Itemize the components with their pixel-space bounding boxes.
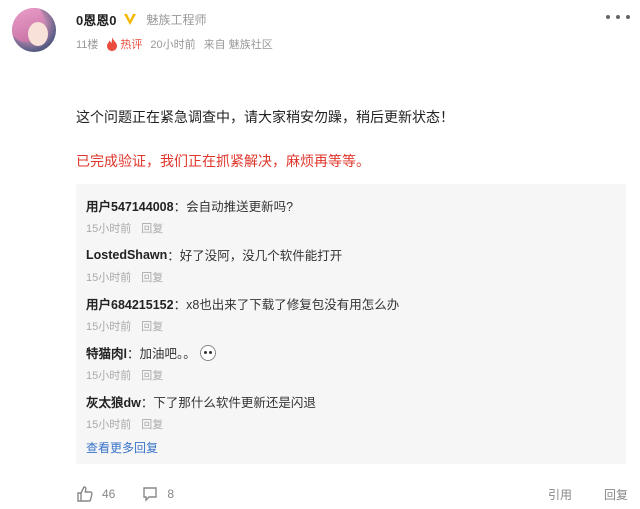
dot-icon — [606, 15, 610, 19]
reply-text: 下了那什么软件更新还是闪退 — [153, 396, 316, 410]
reply-time: 15小时前 — [86, 321, 132, 333]
colon: ： — [173, 200, 187, 214]
reply-post-button[interactable]: 回复 — [604, 486, 628, 503]
like-count: 46 — [102, 487, 116, 501]
username[interactable]: 0恩恩0 — [76, 10, 116, 29]
comment-icon — [143, 487, 158, 502]
reply-item: 灰太狼dw：下了那什么软件更新还是闪退 15小时前 回复 — [86, 392, 316, 432]
reply-author[interactable]: 灰太狼dw — [86, 392, 141, 411]
reply-text: 好了没阿，没几个软件能打开 — [179, 249, 343, 263]
post-secondary-actions: 引用 回复 — [516, 484, 628, 504]
dot-icon — [616, 15, 620, 19]
reply-item: 特猫肉l：加油吧。。 15小时前 回复 — [86, 343, 216, 383]
post-body-highlight: 已完成验证，我们正在抓紧解决，麻烦再等等。 — [76, 153, 370, 169]
colon: ： — [126, 347, 140, 361]
hot-badge: 热评 — [106, 36, 142, 52]
reply-author[interactable]: 用户684215152 — [86, 294, 174, 313]
user-role: 魅族工程师 — [146, 12, 207, 27]
see-more-replies-link[interactable]: 查看更多回复 — [86, 439, 158, 456]
post-source: 来自 魅族社区 — [203, 39, 273, 51]
avatar-face — [28, 22, 48, 46]
colon: ： — [173, 298, 187, 312]
reply-author[interactable]: 特猫肉l — [86, 343, 127, 362]
quote-button[interactable]: 引用 — [548, 486, 572, 503]
hot-label: 热评 — [120, 39, 143, 51]
user-header: 0恩恩0 魅族工程师 — [76, 10, 206, 28]
reply-item: LostedShawn：好了没阿，没几个软件能打开 15小时前 回复 — [86, 245, 342, 285]
reply-item: 用户547144008：会自动推送更新吗? 15小时前 回复 — [86, 196, 293, 236]
reply-item: 用户684215152： x8也出来了下载了修复包没有用怎么办 15小时前 回复 — [86, 294, 399, 334]
post-meta: 11楼 热评 20小时前 来自 魅族社区 — [76, 36, 281, 52]
more-options-button[interactable] — [606, 8, 630, 26]
post-body: 这个问题正在紧急调查中，请大家稍安勿躁，稍后更新状态！ — [76, 109, 454, 125]
reply-button[interactable]: 回复 — [141, 223, 163, 235]
reply-text: 会自动推送更新吗? — [186, 200, 294, 214]
reply-time: 15小时前 — [86, 370, 132, 382]
post-actions: 46 8 — [76, 484, 200, 504]
reply-time: 15小时前 — [86, 419, 132, 431]
reply-list: 用户547144008：会自动推送更新吗? 15小时前 回复 LostedShaw… — [76, 184, 626, 464]
reply-time: 15小时前 — [86, 223, 132, 235]
reply-text: 加油吧。。 — [139, 347, 196, 361]
post-time: 20小时前 — [150, 39, 196, 51]
reply-author[interactable]: 用户547144008 — [86, 196, 174, 215]
emoji-panda-icon — [199, 344, 216, 361]
reply-text: x8也出来了下载了修复包没有用怎么办 — [186, 298, 400, 312]
colon: ： — [167, 249, 180, 263]
floor-number: 11楼 — [76, 39, 99, 51]
like-button[interactable]: 46 — [76, 485, 115, 503]
reply-author[interactable]: LostedShawn — [86, 248, 167, 262]
dot-icon — [626, 15, 630, 19]
thumbs-up-icon — [77, 486, 93, 502]
reply-button[interactable]: 回复 — [141, 321, 163, 333]
reply-button[interactable]: 回复 — [141, 272, 163, 284]
colon: ： — [140, 396, 154, 410]
reply-button[interactable]: 回复 — [141, 419, 163, 431]
avatar[interactable] — [12, 8, 56, 52]
reply-button[interactable]: 回复 — [141, 370, 163, 382]
reply-time: 15小时前 — [86, 272, 132, 284]
verified-badge-icon — [122, 11, 138, 27]
comment-button[interactable]: 8 — [141, 485, 174, 503]
comment-count: 8 — [167, 487, 175, 501]
flame-icon — [107, 37, 118, 51]
